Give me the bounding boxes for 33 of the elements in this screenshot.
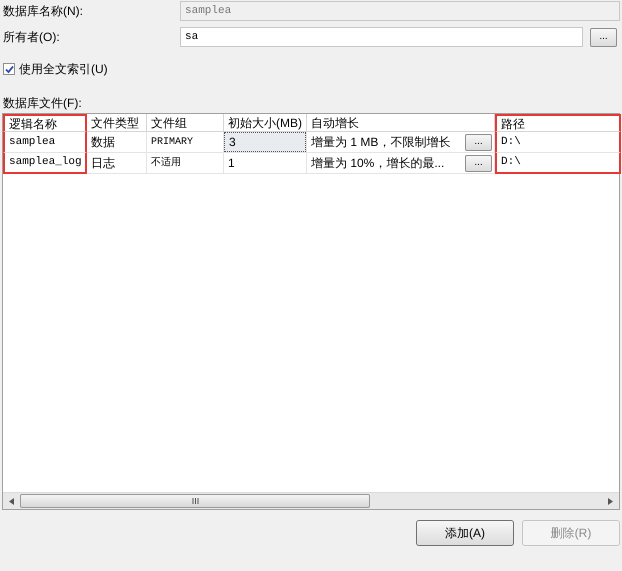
- check-icon: [4, 64, 14, 74]
- autogrowth-button[interactable]: ...: [465, 154, 492, 172]
- column-header[interactable]: 文件组: [147, 114, 224, 132]
- table-cell-text: samplea: [8, 134, 56, 150]
- column-header[interactable]: 逻辑名称: [3, 114, 87, 132]
- table-cell-text: samplea_log: [8, 155, 82, 170]
- column-header[interactable]: 路径: [495, 114, 621, 132]
- table-cell-text: 增量为 1 MB，不限制增长: [311, 134, 450, 151]
- field-label: 所有者(O):: [2, 29, 61, 46]
- table-cell-text: 数据: [90, 134, 115, 151]
- action-button[interactable]: 添加(A): [416, 520, 514, 546]
- grip-icon: [192, 498, 198, 504]
- field-label: 数据库名称(N):: [2, 3, 84, 20]
- horizontal-scrollbar[interactable]: [3, 492, 619, 509]
- table-cell-text: 不适用: [150, 156, 181, 170]
- autogrowth-button[interactable]: ...: [465, 134, 492, 150]
- table-cell-text: D:\: [500, 155, 521, 170]
- column-header[interactable]: 自动增长: [307, 114, 495, 132]
- size-cell[interactable]: 3: [224, 132, 306, 152]
- section-label: 数据库文件(F):: [2, 95, 83, 110]
- scroll-right-icon[interactable]: [608, 498, 613, 504]
- table-cell-text: 增量为 10%，增长的最...: [311, 155, 444, 172]
- table-cell-text: D:\: [500, 134, 521, 150]
- table-cell-text: PRIMARY: [150, 136, 194, 150]
- scrollbar-thumb[interactable]: [20, 494, 370, 508]
- scroll-left-icon[interactable]: [9, 498, 14, 504]
- browse-button[interactable]: ...: [590, 28, 617, 46]
- column-header[interactable]: 文件类型: [87, 114, 147, 132]
- table-cell-text: 日志: [90, 155, 115, 172]
- fulltext-checkbox[interactable]: [3, 63, 15, 75]
- size-cell[interactable]: 1: [224, 153, 306, 173]
- checkbox-label: 使用全文索引(U): [19, 61, 108, 78]
- owner-field[interactable]: sa: [180, 27, 583, 47]
